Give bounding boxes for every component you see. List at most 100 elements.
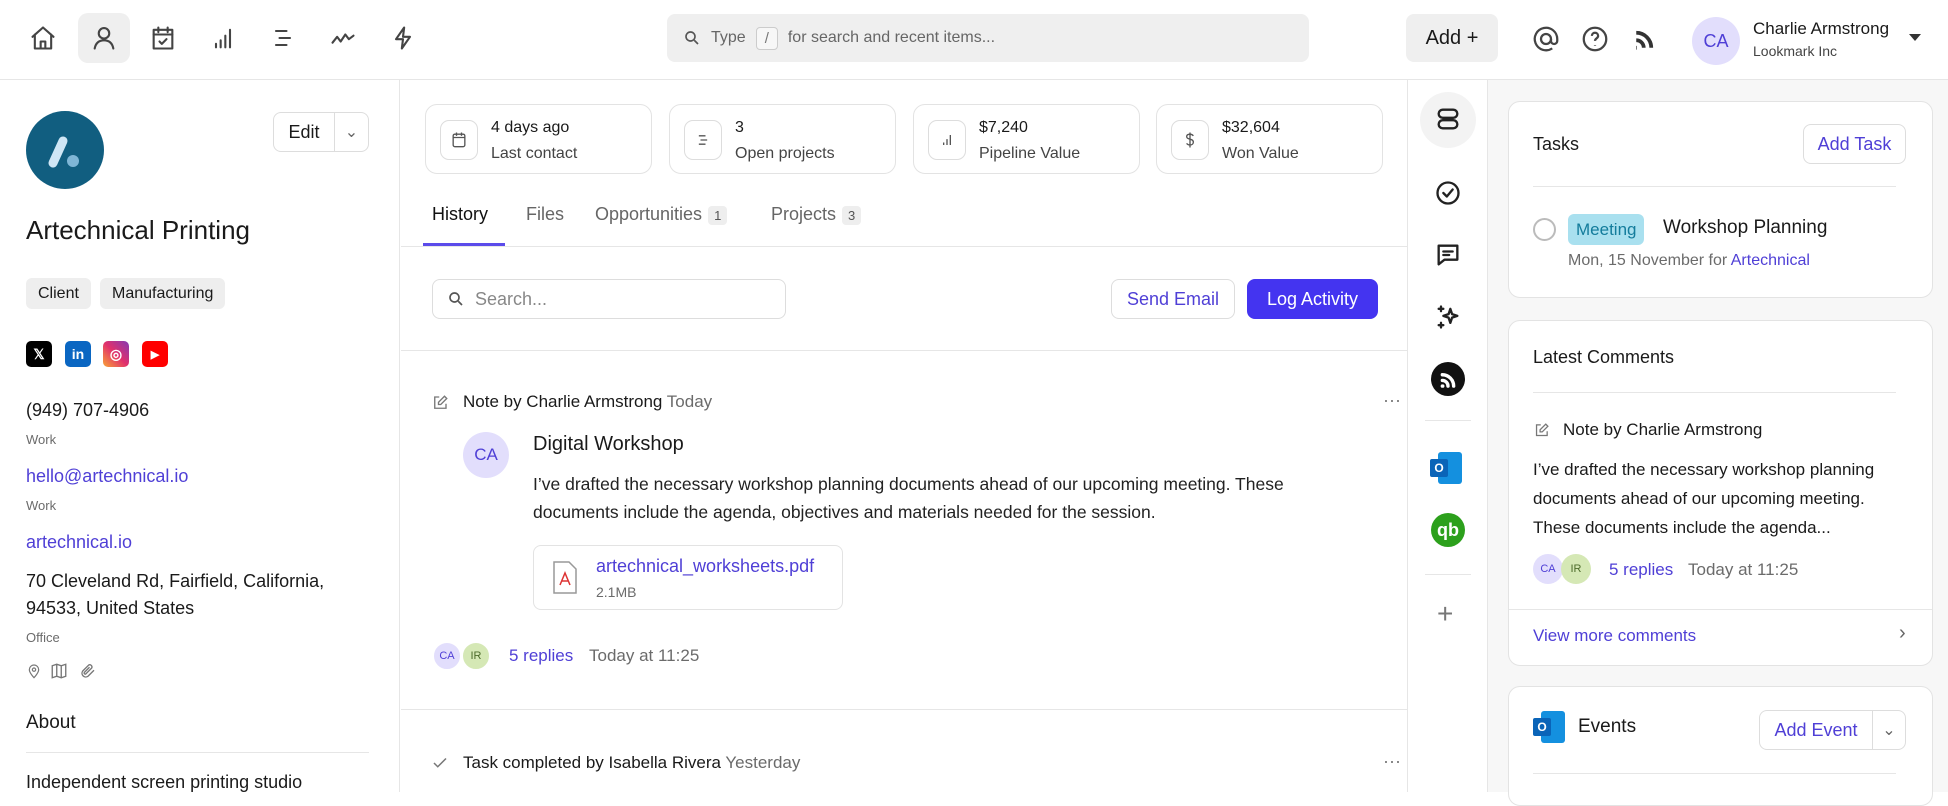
search-placeholder: Search...	[475, 288, 548, 309]
stat-value: $7,240	[979, 119, 1028, 136]
stat-label: Open projects	[735, 145, 835, 162]
instagram-icon[interactable]: ◎	[103, 341, 129, 367]
task-type-badge: Meeting	[1568, 214, 1645, 245]
tag-client[interactable]: Client	[26, 278, 91, 309]
home-icon	[31, 26, 55, 50]
calendar-check-icon	[152, 26, 174, 50]
divider	[1533, 392, 1896, 393]
replies-link[interactable]: 5 replies	[509, 646, 573, 666]
reply-avatar: CA	[1533, 554, 1563, 584]
send-email-button[interactable]: Send Email	[1111, 279, 1235, 319]
user-menu-caret-icon[interactable]	[1909, 34, 1921, 41]
task-more-icon[interactable]: ···	[1383, 751, 1401, 772]
add-integration-plus-icon[interactable]: +	[1437, 598, 1453, 630]
linkedin-icon[interactable]: in	[65, 341, 91, 367]
chevron-down-icon[interactable]: ⌄	[1873, 711, 1905, 749]
rail-overview-button[interactable]	[1428, 99, 1468, 139]
user-company: Lookmark Inc	[1753, 43, 1838, 59]
nav-contacts[interactable]	[78, 13, 130, 63]
task-company-link[interactable]: Artechnical	[1731, 252, 1810, 269]
search-hint: for search and recent items...	[787, 29, 996, 46]
rss-icon	[1440, 373, 1456, 388]
about-heading: About	[26, 712, 76, 733]
help-button[interactable]	[1580, 24, 1610, 54]
tab-label: Projects	[771, 204, 837, 224]
comments-title: Latest Comments	[1533, 347, 1675, 367]
paperclip-icon[interactable]	[79, 662, 97, 680]
top-bar: Type / for search and recent items... Ad…	[0, 0, 1948, 80]
x-twitter-icon[interactable]: 𝕏	[26, 341, 52, 367]
nav-automation[interactable]	[377, 13, 429, 63]
user-avatar[interactable]: CA	[1692, 17, 1740, 65]
divider	[26, 752, 369, 753]
divider	[1425, 574, 1471, 575]
chevron-right-icon: ›	[1899, 622, 1906, 644]
person-icon	[93, 27, 115, 50]
view-more-comments-link[interactable]: View more comments ›	[1509, 609, 1932, 665]
edit-menu-chevron-down-icon[interactable]: ⌄	[335, 113, 368, 151]
nav-calendar[interactable]	[137, 13, 189, 63]
outlook-icon[interactable]: O	[1430, 452, 1462, 484]
tab-history[interactable]: History	[432, 204, 488, 225]
edit-split-button: Edit ⌄	[273, 112, 369, 152]
attachment-card[interactable]: artechnical_worksheets.pdf 2.1MB	[533, 545, 843, 610]
task-header: Task completed by Isabella Rivera Yester…	[463, 753, 801, 772]
user-name[interactable]: Charlie Armstrong	[1753, 19, 1889, 39]
global-search[interactable]: Type / for search and recent items...	[667, 14, 1309, 62]
tab-files[interactable]: Files	[526, 204, 564, 225]
check-circle-icon	[1436, 181, 1460, 205]
nav-home[interactable]	[17, 13, 69, 63]
note-edit-icon	[434, 395, 448, 409]
stat-value: 4 days ago	[491, 119, 570, 136]
stat-won-value: $32,604 Won Value	[1156, 104, 1383, 174]
company-phone[interactable]: (949) 707-4906	[26, 400, 149, 421]
author-avatar: CA	[463, 432, 509, 478]
history-search-input[interactable]: Search...	[432, 279, 786, 319]
mentions-button[interactable]	[1531, 24, 1561, 54]
address-type: Office	[26, 630, 60, 645]
rail-comments-button[interactable]	[1428, 235, 1468, 275]
help-icon	[1582, 26, 1608, 52]
calendar-note-icon	[440, 120, 478, 160]
comment-line2: documents ahead of our upcoming meeting.	[1533, 489, 1865, 508]
feed-button[interactable]	[1630, 24, 1660, 54]
company-email[interactable]: hello@artechnical.io	[26, 466, 188, 487]
note-more-icon[interactable]: ···	[1383, 390, 1401, 411]
rail-ai-button[interactable]	[1428, 297, 1468, 337]
youtube-icon[interactable]: ▶	[142, 341, 168, 367]
task-meta: Mon, 15 November for Artechnical	[1568, 252, 1810, 269]
replies-time: Today at 11:25	[589, 646, 700, 665]
tab-count-badge: 1	[708, 206, 728, 225]
map-icon[interactable]	[50, 662, 68, 680]
add-button[interactable]: Add +	[1406, 14, 1498, 62]
note-edit-icon	[1535, 423, 1549, 437]
nav-reports[interactable]	[197, 13, 249, 63]
attachment-name[interactable]: artechnical_worksheets.pdf	[596, 556, 814, 577]
nav-activity[interactable]	[317, 13, 369, 63]
rail-tasks-button[interactable]	[1428, 173, 1468, 213]
quickbooks-icon[interactable]: qb	[1431, 513, 1465, 547]
signal-bars-icon	[214, 28, 232, 49]
reply-avatar: IR	[461, 641, 491, 671]
note-header: Note by Charlie Armstrong Today	[463, 392, 713, 411]
tasks-card: Tasks Add Task Meeting Workshop Planning…	[1508, 101, 1933, 298]
company-website[interactable]: artechnical.io	[26, 532, 132, 553]
tab-projects[interactable]: Projects 3	[771, 204, 862, 225]
add-event-button[interactable]: Add Event	[1760, 711, 1873, 749]
reply-avatar: IR	[1561, 554, 1591, 584]
edit-button[interactable]: Edit	[274, 113, 335, 151]
task-title[interactable]: Workshop Planning	[1663, 217, 1827, 239]
tag-manufacturing[interactable]: Manufacturing	[100, 278, 226, 309]
rail-feed-button[interactable]	[1431, 362, 1465, 396]
comment-replies-link[interactable]: 5 replies	[1609, 560, 1673, 580]
dollar-icon	[1171, 120, 1209, 160]
log-activity-button[interactable]: Log Activity	[1247, 279, 1378, 319]
task-checkbox[interactable]	[1533, 218, 1556, 241]
tab-label: Opportunities	[595, 204, 703, 224]
add-task-button[interactable]: Add Task	[1803, 124, 1906, 164]
nav-list[interactable]	[257, 13, 309, 63]
tab-opportunities[interactable]: Opportunities 1	[595, 204, 728, 225]
tab-count-badge: 3	[842, 206, 862, 225]
map-pin-icon[interactable]	[26, 662, 42, 680]
search-shortcut-key: /	[755, 26, 778, 50]
